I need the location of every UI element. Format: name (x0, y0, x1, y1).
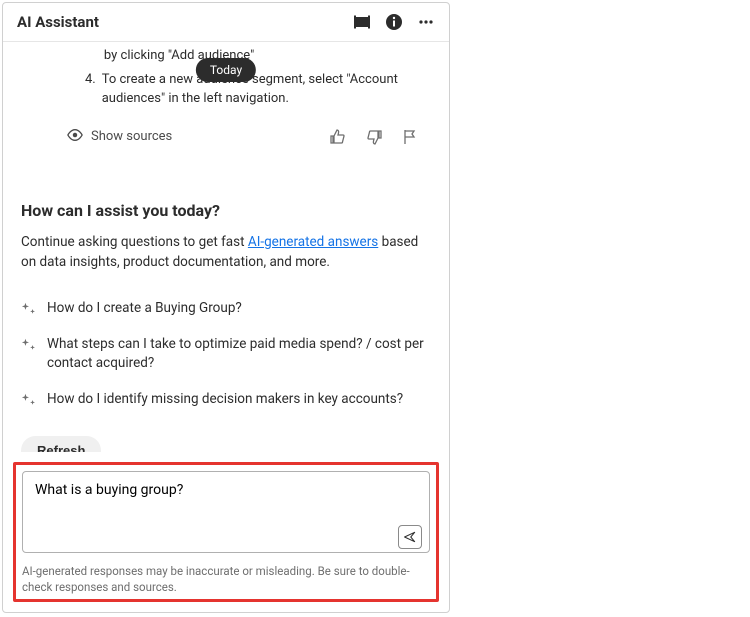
show-sources-button[interactable]: Show sources (91, 129, 329, 144)
disclaimer-text: AI-generated responses may be inaccurate… (22, 563, 430, 595)
send-icon (403, 530, 417, 544)
suggestion-text: What steps can I take to optimize paid m… (47, 335, 431, 374)
suggestions-list: How do I create a Buying Group? What ste… (21, 299, 431, 409)
panel-title: AI Assistant (17, 13, 353, 31)
step-4-marker: 4. (85, 70, 96, 109)
conversation-scroll[interactable]: by clicking "Add audience" 4.To create a… (3, 42, 449, 452)
suggestion-text: How do I identify missing decision maker… (47, 390, 403, 410)
fullscreen-icon[interactable] (353, 13, 371, 31)
send-button[interactable] (398, 525, 422, 549)
assist-heading: How can I assist you today? (21, 201, 431, 220)
source-feedback-row: Show sources (67, 127, 427, 147)
suggestion-text: How do I create a Buying Group? (47, 299, 242, 319)
panel-header: AI Assistant (3, 3, 449, 42)
suggestion-item[interactable]: How do I create a Buying Group? (21, 299, 431, 319)
info-icon[interactable] (385, 13, 403, 31)
thumbs-up-icon[interactable] (329, 128, 347, 146)
suggestion-item[interactable]: How do I identify missing decision maker… (21, 390, 431, 410)
step-4-text: To create a new audience segment, select… (102, 70, 431, 109)
flag-icon[interactable] (401, 128, 419, 146)
ai-assistant-panel: AI Assistant Today by clicking "Add audi… (2, 2, 450, 613)
refresh-button[interactable]: Refresh (21, 436, 101, 452)
more-icon[interactable] (417, 13, 435, 31)
suggestion-item[interactable]: What steps can I take to optimize paid m… (21, 335, 431, 374)
eye-icon (67, 127, 83, 147)
today-pill: Today (196, 58, 256, 82)
thumbs-down-icon[interactable] (365, 128, 383, 146)
prompt-input[interactable] (22, 471, 430, 553)
sparkle-icon (21, 301, 37, 317)
input-area: AI-generated responses may be inaccurate… (3, 452, 449, 612)
response-steps: by clicking "Add audience" 4.To create a… (85, 46, 431, 109)
ai-answers-link[interactable]: AI-generated answers (248, 234, 378, 250)
assist-subtext: Continue asking questions to get fast AI… (21, 232, 431, 274)
sparkle-icon (21, 337, 37, 353)
header-icon-group (353, 13, 435, 31)
highlight-annotation: AI-generated responses may be inaccurate… (13, 462, 439, 602)
sparkle-icon (21, 392, 37, 408)
